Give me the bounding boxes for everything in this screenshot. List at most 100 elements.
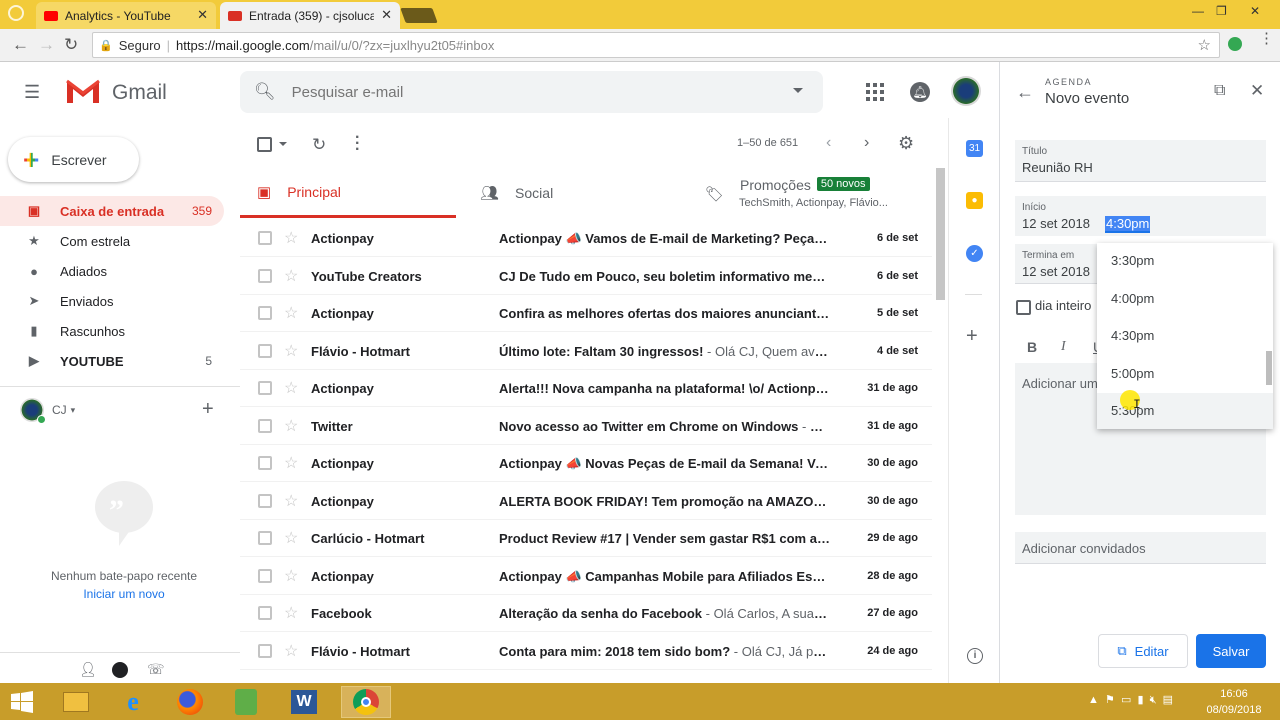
start-button[interactable] — [2, 686, 42, 718]
compose-button[interactable]: + Escrever — [8, 137, 139, 182]
star-icon[interactable]: ☆ — [284, 266, 298, 286]
chrome-icon[interactable] — [341, 686, 391, 718]
minimize-icon[interactable]: — — [1192, 4, 1204, 18]
browser-tab-analytics[interactable]: Analytics - YouTube ✕ — [36, 2, 216, 29]
time-option[interactable]: 4:00pm — [1111, 291, 1154, 306]
row-checkbox[interactable] — [258, 643, 272, 658]
tasks-icon[interactable]: ✓ — [966, 245, 983, 262]
row-checkbox[interactable] — [258, 231, 272, 245]
sidebar-item-sent[interactable]: ➤ Enviados — [0, 286, 224, 316]
star-icon[interactable]: ☆ — [284, 303, 298, 323]
row-checkbox[interactable] — [258, 531, 272, 545]
close-icon[interactable]: ✕ — [1250, 81, 1264, 101]
star-icon[interactable]: ☆ — [284, 416, 298, 436]
address-bar[interactable]: 🔒 Seguro | https://mail.google.com /mail… — [92, 32, 1220, 58]
info-icon[interactable]: i — [967, 648, 983, 664]
search-icon[interactable]: 🔍︎ — [254, 82, 276, 102]
star-icon[interactable]: ☆ — [284, 341, 298, 361]
close-tab-icon[interactable]: ✕ — [197, 7, 208, 23]
star-icon[interactable]: ☆ — [284, 566, 298, 586]
file-explorer-icon[interactable] — [56, 686, 96, 718]
start-chat-link[interactable]: Iniciar um novo — [0, 587, 248, 601]
calendar-icon[interactable]: 31 — [966, 140, 983, 157]
more-icon[interactable]: · · · — [355, 130, 360, 158]
chevron-right-icon[interactable]: › — [864, 134, 869, 152]
person-icon[interactable]: 👤︎ — [79, 661, 97, 678]
internet-explorer-icon[interactable]: e — [113, 686, 153, 718]
time-option[interactable]: 5:00pm — [1111, 366, 1154, 381]
edit-button[interactable]: ⧉ Editar — [1098, 634, 1188, 668]
star-icon[interactable]: ☆ — [284, 491, 298, 511]
star-icon[interactable]: ☆ — [284, 378, 298, 398]
table-row[interactable]: ☆ Twitter Novo acesso ao Twitter em Chrome… — [240, 408, 932, 445]
sidebar-item-youtube[interactable]: ▶ YOUTUBE 5 — [0, 346, 224, 376]
word-icon[interactable]: W — [284, 686, 324, 718]
row-checkbox[interactable] — [258, 268, 272, 283]
firefox-icon[interactable] — [170, 686, 210, 718]
chevron-down-icon[interactable]: ▾ — [71, 405, 76, 416]
chrome-menu-icon[interactable]: ⋮ — [1259, 31, 1274, 46]
start-time-input[interactable]: 4:30pm — [1105, 216, 1151, 233]
main-menu-icon[interactable]: ☰ — [24, 83, 42, 101]
notifications-icon[interactable]: 🔔︎ — [910, 82, 930, 102]
reload-icon[interactable]: ↻ — [64, 35, 78, 55]
search-bar[interactable]: 🔍︎ — [240, 71, 823, 113]
refresh-icon[interactable]: ↻ — [312, 135, 326, 155]
row-checkbox[interactable] — [258, 493, 272, 508]
back-icon[interactable]: ← — [12, 35, 29, 55]
maximize-icon[interactable]: ❐ — [1216, 4, 1227, 18]
search-options-icon[interactable] — [793, 88, 803, 93]
save-button[interactable]: Salvar — [1196, 634, 1266, 668]
tab-social[interactable]: 👥︎ Social — [480, 168, 680, 218]
table-row[interactable]: ☆ Actionpay Actionpay 📣 Vamos de E-mail de… — [240, 220, 932, 257]
time-option[interactable]: 4:30pm — [1111, 328, 1154, 343]
row-checkbox[interactable] — [258, 381, 272, 395]
scrollbar[interactable] — [936, 168, 945, 300]
table-row[interactable]: ☆ YouTube Creators CJ De Tudo em Pouco, se… — [240, 258, 932, 295]
taskbar-clock[interactable]: 16:06 08/09/2018 — [1204, 686, 1264, 718]
row-checkbox[interactable] — [258, 456, 272, 470]
italic-icon[interactable]: I — [1061, 339, 1066, 355]
chevron-down-icon[interactable] — [279, 142, 287, 146]
table-row[interactable]: ☆ Actionpay Alerta!!! Nova campanha na pla… — [240, 370, 932, 407]
sidebar-item-snoozed[interactable]: ● Adiados — [0, 256, 224, 286]
app-icon[interactable] — [226, 686, 266, 718]
sidebar-item-drafts[interactable]: ▮ Rascunhos — [0, 316, 224, 346]
end-date[interactable]: 12 set 2018 — [1022, 264, 1090, 279]
bold-icon[interactable]: B — [1027, 339, 1037, 355]
tab-principal[interactable]: ▣ Principal — [240, 168, 456, 218]
open-in-new-icon[interactable]: ⧉ — [1214, 82, 1225, 100]
star-icon[interactable]: ☆ — [284, 528, 298, 548]
sidebar-item-inbox[interactable]: ▣ Caixa de entrada 359 — [0, 196, 224, 226]
table-row[interactable]: ☆ Actionpay Actionpay 📣 Campanhas Mobile p… — [240, 558, 932, 595]
table-row[interactable]: ☆ Actionpay Actionpay 📣 Novas Peças de E-m… — [240, 445, 932, 482]
all-day-checkbox[interactable] — [1016, 300, 1031, 315]
time-option[interactable]: 3:30pm — [1111, 253, 1154, 268]
hangouts-icon[interactable] — [112, 662, 128, 678]
sidebar-item-starred[interactable]: ★ Com estrela — [0, 226, 224, 256]
new-chat-icon[interactable]: + — [202, 398, 214, 421]
close-window-icon[interactable]: ✕ — [1250, 4, 1260, 18]
row-checkbox[interactable] — [258, 306, 272, 320]
system-tray-icons[interactable]: ▲ ⚑ ▭ ▮ 🔇︎ ▤ — [1088, 693, 1173, 707]
event-start-field[interactable]: Início 12 set 2018 4:30pm — [1015, 196, 1266, 236]
row-checkbox[interactable] — [258, 418, 272, 433]
bookmark-star-icon[interactable]: ☆ — [1198, 36, 1211, 54]
hangouts-user[interactable]: CJ ▾ — [20, 398, 220, 424]
table-row[interactable]: ☆ Flávio - Hotmart Último lote: Faltam 30 … — [240, 333, 932, 370]
gear-icon[interactable]: ⚙ — [898, 133, 914, 154]
chrome-profile-icon[interactable] — [8, 5, 24, 21]
browser-tab-gmail[interactable]: Entrada (359) - cjsolucao... ✕ — [220, 2, 400, 29]
row-checkbox[interactable] — [258, 343, 272, 358]
event-title-field[interactable]: Título Reunião RH — [1015, 140, 1266, 182]
field-value[interactable]: Reunião RH — [1022, 160, 1093, 175]
star-icon[interactable]: ☆ — [284, 228, 298, 248]
search-input[interactable] — [291, 83, 772, 101]
forward-icon[interactable]: → — [38, 35, 55, 55]
phone-icon[interactable]: ☏ — [147, 661, 165, 678]
table-row[interactable]: ☆ Actionpay Confira as melhores ofertas do… — [240, 295, 932, 332]
row-checkbox[interactable] — [258, 606, 272, 620]
star-icon[interactable]: ☆ — [284, 603, 298, 623]
table-row[interactable]: ☆ Actionpay ALERTA BOOK FRIDAY! Tem promoç… — [240, 483, 932, 520]
scrollbar[interactable] — [1266, 351, 1272, 385]
